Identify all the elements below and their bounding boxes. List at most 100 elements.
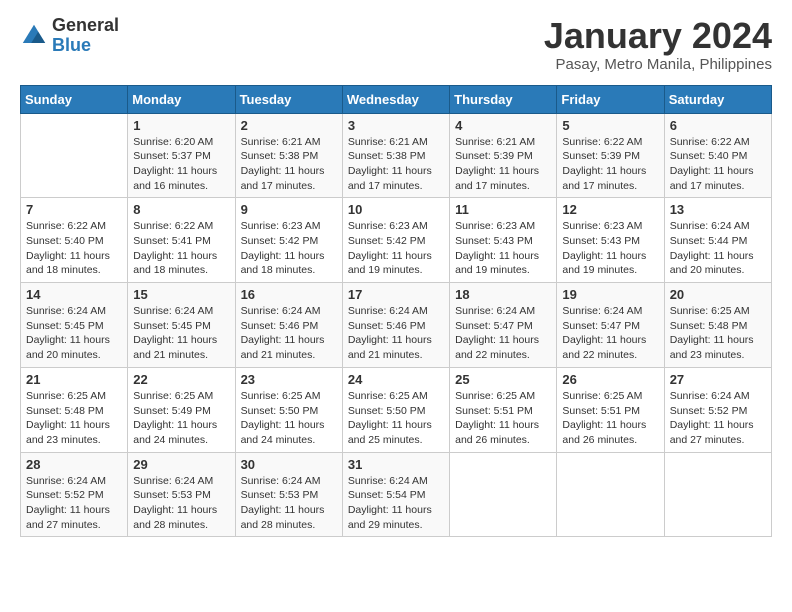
day-cell: 2 Sunrise: 6:21 AMSunset: 5:38 PMDaylight… bbox=[235, 113, 342, 198]
header-day-thursday: Thursday bbox=[450, 85, 557, 113]
day-info: Sunrise: 6:25 AMSunset: 5:49 PMDaylight:… bbox=[133, 389, 229, 448]
day-info: Sunrise: 6:22 AMSunset: 5:41 PMDaylight:… bbox=[133, 219, 229, 278]
day-cell: 7 Sunrise: 6:22 AMSunset: 5:40 PMDaylight… bbox=[21, 198, 128, 283]
day-info: Sunrise: 6:25 AMSunset: 5:48 PMDaylight:… bbox=[670, 304, 766, 363]
day-cell: 16Sunrise: 6:24 AMSunset: 5:46 PMDayligh… bbox=[235, 283, 342, 368]
day-info: Sunrise: 6:24 AMSunset: 5:45 PMDaylight:… bbox=[133, 304, 229, 363]
day-info: Sunrise: 6:25 AMSunset: 5:48 PMDaylight:… bbox=[26, 389, 122, 448]
day-number: 12 bbox=[562, 202, 658, 217]
day-cell: 22 Sunrise: 6:25 AMSunset: 5:49 PMDayligh… bbox=[128, 367, 235, 452]
day-info: Sunrise: 6:25 AMSunset: 5:50 PMDaylight:… bbox=[241, 389, 337, 448]
day-number: 9 bbox=[241, 202, 337, 217]
day-number: 4 bbox=[455, 118, 551, 133]
day-info: Sunrise: 6:21 AMSunset: 5:38 PMDaylight:… bbox=[348, 135, 444, 194]
day-number: 31 bbox=[348, 457, 444, 472]
day-cell bbox=[450, 452, 557, 537]
logo: General Blue bbox=[20, 16, 119, 56]
day-number: 14 bbox=[26, 287, 122, 302]
day-info: Sunrise: 6:21 AMSunset: 5:38 PMDaylight:… bbox=[241, 135, 337, 194]
logo-icon bbox=[20, 22, 48, 50]
day-number: 2 bbox=[241, 118, 337, 133]
day-number: 19 bbox=[562, 287, 658, 302]
logo-general: General bbox=[52, 16, 119, 36]
day-cell: 10 Sunrise: 6:23 AMSunset: 5:42 PMDayligh… bbox=[342, 198, 449, 283]
location-subtitle: Pasay, Metro Manila, Philippines bbox=[544, 56, 772, 73]
calendar-table: SundayMondayTuesdayWednesdayThursdayFrid… bbox=[20, 85, 772, 538]
day-number: 10 bbox=[348, 202, 444, 217]
day-cell: 8 Sunrise: 6:22 AMSunset: 5:41 PMDaylight… bbox=[128, 198, 235, 283]
day-cell: 31Sunrise: 6:24 AMSunset: 5:54 PMDayligh… bbox=[342, 452, 449, 537]
day-number: 22 bbox=[133, 372, 229, 387]
day-cell: 6 Sunrise: 6:22 AMSunset: 5:40 PMDaylight… bbox=[664, 113, 771, 198]
week-row-1: 1 Sunrise: 6:20 AMSunset: 5:37 PMDaylight… bbox=[21, 113, 772, 198]
day-number: 16 bbox=[241, 287, 337, 302]
day-number: 27 bbox=[670, 372, 766, 387]
day-cell: 27 Sunrise: 6:24 AMSunset: 5:52 PMDayligh… bbox=[664, 367, 771, 452]
day-number: 29 bbox=[133, 457, 229, 472]
day-info: Sunrise: 6:25 AMSunset: 5:51 PMDaylight:… bbox=[562, 389, 658, 448]
day-cell: 29 Sunrise: 6:24 AMSunset: 5:53 PMDayligh… bbox=[128, 452, 235, 537]
day-number: 7 bbox=[26, 202, 122, 217]
header-day-friday: Friday bbox=[557, 85, 664, 113]
day-info: Sunrise: 6:22 AMSunset: 5:40 PMDaylight:… bbox=[26, 219, 122, 278]
day-info: Sunrise: 6:24 AMSunset: 5:44 PMDaylight:… bbox=[670, 219, 766, 278]
title-block: January 2024 Pasay, Metro Manila, Philip… bbox=[544, 16, 772, 73]
day-number: 25 bbox=[455, 372, 551, 387]
day-cell: 12Sunrise: 6:23 AMSunset: 5:43 PMDayligh… bbox=[557, 198, 664, 283]
day-number: 24 bbox=[348, 372, 444, 387]
day-number: 13 bbox=[670, 202, 766, 217]
day-cell: 28Sunrise: 6:24 AMSunset: 5:52 PMDayligh… bbox=[21, 452, 128, 537]
week-row-5: 28Sunrise: 6:24 AMSunset: 5:52 PMDayligh… bbox=[21, 452, 772, 537]
header-day-sunday: Sunday bbox=[21, 85, 128, 113]
week-row-4: 21 Sunrise: 6:25 AMSunset: 5:48 PMDayligh… bbox=[21, 367, 772, 452]
day-number: 28 bbox=[26, 457, 122, 472]
day-number: 1 bbox=[133, 118, 229, 133]
day-info: Sunrise: 6:20 AMSunset: 5:37 PMDaylight:… bbox=[133, 135, 229, 194]
header-day-wednesday: Wednesday bbox=[342, 85, 449, 113]
day-number: 6 bbox=[670, 118, 766, 133]
day-info: Sunrise: 6:24 AMSunset: 5:45 PMDaylight:… bbox=[26, 304, 122, 363]
day-cell: 11 Sunrise: 6:23 AMSunset: 5:43 PMDayligh… bbox=[450, 198, 557, 283]
day-cell: 1 Sunrise: 6:20 AMSunset: 5:37 PMDaylight… bbox=[128, 113, 235, 198]
day-cell: 13 Sunrise: 6:24 AMSunset: 5:44 PMDayligh… bbox=[664, 198, 771, 283]
day-info: Sunrise: 6:24 AMSunset: 5:47 PMDaylight:… bbox=[455, 304, 551, 363]
day-cell: 24Sunrise: 6:25 AMSunset: 5:50 PMDayligh… bbox=[342, 367, 449, 452]
day-info: Sunrise: 6:22 AMSunset: 5:40 PMDaylight:… bbox=[670, 135, 766, 194]
day-info: Sunrise: 6:24 AMSunset: 5:53 PMDaylight:… bbox=[133, 474, 229, 533]
day-info: Sunrise: 6:23 AMSunset: 5:43 PMDaylight:… bbox=[455, 219, 551, 278]
day-cell: 5 Sunrise: 6:22 AMSunset: 5:39 PMDaylight… bbox=[557, 113, 664, 198]
week-row-2: 7 Sunrise: 6:22 AMSunset: 5:40 PMDaylight… bbox=[21, 198, 772, 283]
day-number: 17 bbox=[348, 287, 444, 302]
day-info: Sunrise: 6:24 AMSunset: 5:47 PMDaylight:… bbox=[562, 304, 658, 363]
day-cell bbox=[21, 113, 128, 198]
day-info: Sunrise: 6:24 AMSunset: 5:53 PMDaylight:… bbox=[241, 474, 337, 533]
day-info: Sunrise: 6:24 AMSunset: 5:46 PMDaylight:… bbox=[348, 304, 444, 363]
day-info: Sunrise: 6:22 AMSunset: 5:39 PMDaylight:… bbox=[562, 135, 658, 194]
day-number: 3 bbox=[348, 118, 444, 133]
logo-text: General Blue bbox=[52, 16, 119, 56]
day-cell: 30Sunrise: 6:24 AMSunset: 5:53 PMDayligh… bbox=[235, 452, 342, 537]
day-cell: 23 Sunrise: 6:25 AMSunset: 5:50 PMDayligh… bbox=[235, 367, 342, 452]
day-cell: 25 Sunrise: 6:25 AMSunset: 5:51 PMDayligh… bbox=[450, 367, 557, 452]
day-cell: 19 Sunrise: 6:24 AMSunset: 5:47 PMDayligh… bbox=[557, 283, 664, 368]
day-number: 5 bbox=[562, 118, 658, 133]
week-row-3: 14 Sunrise: 6:24 AMSunset: 5:45 PMDayligh… bbox=[21, 283, 772, 368]
day-cell: 3 Sunrise: 6:21 AMSunset: 5:38 PMDaylight… bbox=[342, 113, 449, 198]
day-number: 8 bbox=[133, 202, 229, 217]
page-header: General Blue January 2024 Pasay, Metro M… bbox=[20, 16, 772, 73]
day-info: Sunrise: 6:23 AMSunset: 5:42 PMDaylight:… bbox=[241, 219, 337, 278]
day-number: 11 bbox=[455, 202, 551, 217]
header-day-monday: Monday bbox=[128, 85, 235, 113]
day-number: 15 bbox=[133, 287, 229, 302]
day-info: Sunrise: 6:25 AMSunset: 5:51 PMDaylight:… bbox=[455, 389, 551, 448]
day-number: 26 bbox=[562, 372, 658, 387]
day-info: Sunrise: 6:23 AMSunset: 5:42 PMDaylight:… bbox=[348, 219, 444, 278]
day-info: Sunrise: 6:24 AMSunset: 5:52 PMDaylight:… bbox=[670, 389, 766, 448]
day-number: 21 bbox=[26, 372, 122, 387]
logo-blue: Blue bbox=[52, 36, 119, 56]
day-cell: 21 Sunrise: 6:25 AMSunset: 5:48 PMDayligh… bbox=[21, 367, 128, 452]
month-title: January 2024 bbox=[544, 16, 772, 56]
day-cell: 9 Sunrise: 6:23 AMSunset: 5:42 PMDaylight… bbox=[235, 198, 342, 283]
day-number: 23 bbox=[241, 372, 337, 387]
day-cell: 20Sunrise: 6:25 AMSunset: 5:48 PMDayligh… bbox=[664, 283, 771, 368]
